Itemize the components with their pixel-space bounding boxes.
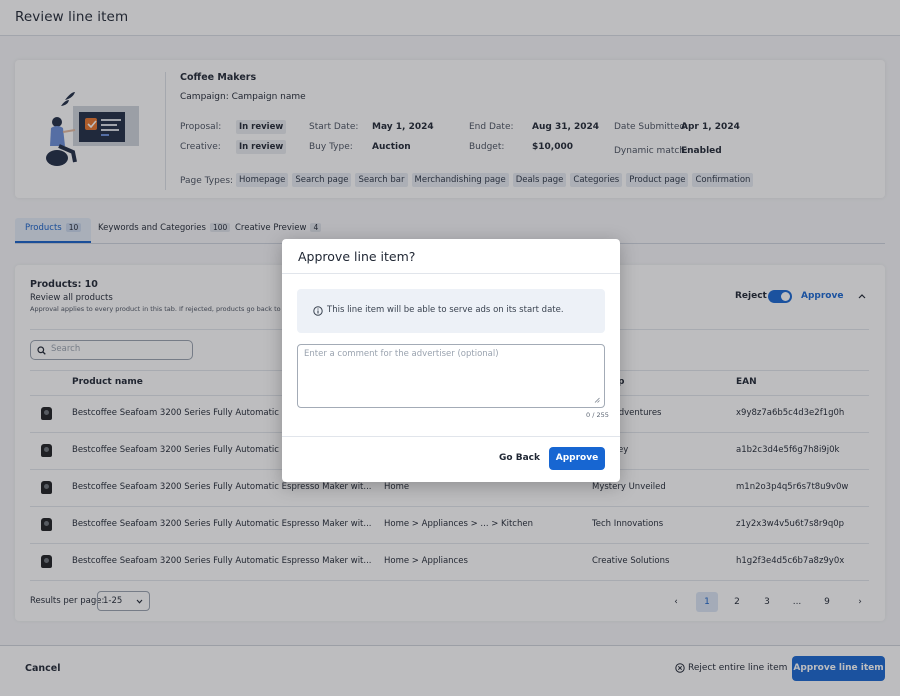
dialog-header-divider xyxy=(282,273,620,274)
dialog-title: Approve line item? xyxy=(298,249,416,264)
go-back-button[interactable]: Go Back xyxy=(499,453,540,463)
comment-character-counter: 0 / 255 xyxy=(586,411,609,419)
comment-textarea[interactable] xyxy=(304,349,594,399)
info-icon xyxy=(313,306,323,316)
comment-field[interactable] xyxy=(297,344,605,408)
dialog-footer-divider xyxy=(282,436,620,437)
approve-line-item-dialog: Approve line item? This line item will b… xyxy=(282,239,620,482)
info-banner-text: This line item will be able to serve ads… xyxy=(327,305,564,315)
confirm-approve-button[interactable]: Approve xyxy=(549,447,605,470)
resize-handle-icon[interactable] xyxy=(594,397,600,403)
info-banner: This line item will be able to serve ads… xyxy=(297,289,605,333)
